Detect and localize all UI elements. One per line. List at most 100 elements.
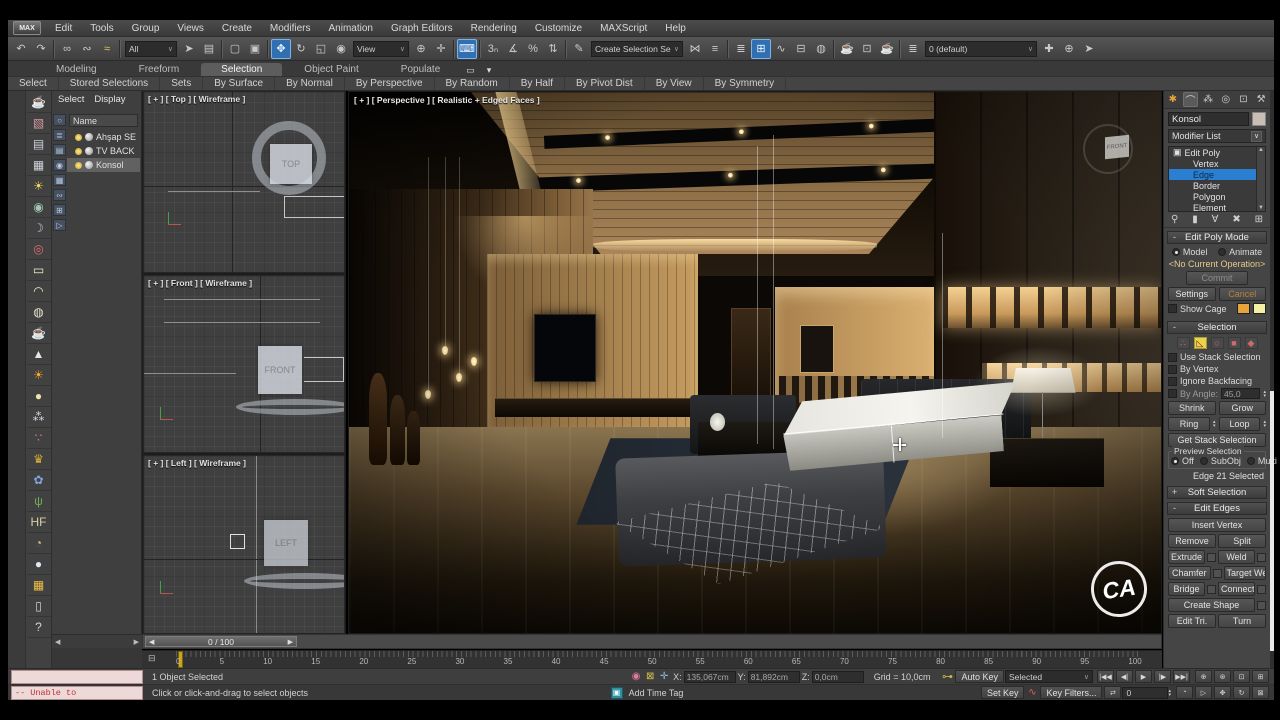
stack-item-edit-poly[interactable]: ▣Edit Poly: [1169, 147, 1265, 158]
make-unique-icon[interactable]: ∀: [1212, 214, 1219, 225]
se-sort-icon[interactable]: ≣: [53, 129, 66, 141]
chamfer-button[interactable]: Chamfer: [1168, 566, 1211, 580]
select-in-layer-icon[interactable]: ➤: [1079, 39, 1099, 59]
moon-icon[interactable]: ☽: [27, 218, 51, 239]
by-angle-field[interactable]: 45,0: [1221, 388, 1260, 399]
max-logo-button[interactable]: MAX: [13, 21, 41, 35]
object-name-field[interactable]: Konsol: [1168, 112, 1249, 126]
ribbon-button-by-symmetry[interactable]: By Symmetry: [704, 77, 786, 90]
bridge-settings-icon[interactable]: [1207, 585, 1216, 594]
scene-object-konsol[interactable]: Konsol: [67, 158, 140, 172]
se-shape-icon[interactable]: ▷: [53, 219, 66, 231]
snap-toggle-icon[interactable]: 3ₙ: [483, 39, 503, 59]
time-slider-handle[interactable]: ◀ 0 / 100 ▶: [145, 636, 297, 647]
selection-set-dropdown[interactable]: Selected ∨: [1005, 670, 1093, 683]
ribbon-tab-object-paint[interactable]: Object Paint: [284, 63, 378, 76]
add-to-layer-icon[interactable]: ⊕: [1059, 39, 1079, 59]
menu-graph-editors[interactable]: Graph Editors: [382, 23, 462, 34]
bind-to-space-warp-icon[interactable]: ≈: [97, 39, 117, 59]
front-viewport-label[interactable]: [ + ] [ Front ] [ Wireframe ]: [148, 278, 252, 288]
light-toggle-icon[interactable]: [75, 134, 82, 141]
se-hierarchy-icon[interactable]: ▤: [53, 144, 66, 156]
light-toggle-icon[interactable]: [75, 162, 82, 169]
configure-sets-icon[interactable]: ⊞: [1255, 214, 1263, 225]
grass-icon[interactable]: ψ: [27, 491, 51, 512]
reference-coordinate-dropdown[interactable]: View∨: [353, 41, 409, 57]
ribbon-tab-selection[interactable]: Selection: [201, 63, 282, 76]
chevron-down-icon[interactable]: ∨: [165, 45, 173, 53]
utilities-tab[interactable]: ⚒: [1254, 92, 1269, 107]
ribbon-button-by-pivot-dist[interactable]: By Pivot Dist: [565, 77, 645, 90]
go-start-icon[interactable]: |◀◀: [1097, 670, 1114, 683]
track-bar[interactable]: ⊟ 05101520253035404550556065707580859095…: [142, 650, 1162, 668]
insert-vertex-button[interactable]: Insert Vertex: [1168, 518, 1266, 532]
flower-icon[interactable]: ✿: [27, 470, 51, 491]
stack-item-element[interactable]: Element: [1169, 202, 1265, 212]
ribbon-collapse-icon[interactable]: ▾: [481, 65, 498, 76]
ribbon-tab-freeform[interactable]: Freeform: [119, 63, 200, 76]
curve-editor-icon[interactable]: ∿: [771, 39, 791, 59]
ribbon-button-by-half[interactable]: By Half: [510, 77, 565, 90]
field-of-view-icon[interactable]: ▷: [1195, 686, 1212, 699]
rendered-frame-icon[interactable]: ⊡: [857, 39, 877, 59]
menu-help[interactable]: Help: [656, 23, 695, 34]
display-tab[interactable]: ⊡: [1236, 92, 1251, 107]
commit-button[interactable]: Commit: [1186, 271, 1248, 285]
auto-key-button[interactable]: Auto Key: [955, 670, 1004, 683]
shrink-button[interactable]: Shrink: [1168, 401, 1216, 415]
preview-radio-off[interactable]: Off: [1171, 456, 1194, 466]
viewcube[interactable]: FRONT: [1083, 124, 1141, 174]
time-tag-icon[interactable]: ▣: [611, 687, 623, 699]
maxscript-mini-listener-line[interactable]: -- Unable to: [11, 686, 143, 700]
time-slider[interactable]: ◀ 0 / 100 ▶: [142, 634, 1162, 649]
perspective-viewport-label[interactable]: [ + ] [ Perspective ] [ Realistic + Edge…: [354, 95, 540, 105]
ring-icon[interactable]: ◍: [27, 302, 51, 323]
settings-button[interactable]: Settings: [1168, 287, 1216, 301]
set-key-curve-icon[interactable]: ∿: [1025, 687, 1039, 698]
front-viewport[interactable]: [ + ] [ Front ] [ Wireframe ] FRONT: [143, 275, 345, 453]
element-icon[interactable]: ◆: [1245, 337, 1258, 349]
remove-button[interactable]: Remove: [1168, 534, 1216, 548]
menu-animation[interactable]: Animation: [319, 23, 381, 34]
plane-icon[interactable]: ▭: [27, 260, 51, 281]
radio-model[interactable]: Model: [1172, 247, 1208, 257]
edit-named-selections-icon[interactable]: ✎: [569, 39, 589, 59]
chevron-down-icon[interactable]: ∨: [671, 45, 679, 53]
x-coordinate-field[interactable]: 135,067cm: [684, 671, 736, 683]
expand-icon[interactable]: +: [1168, 487, 1181, 498]
zoom-all-icon[interactable]: ⊛: [1214, 670, 1231, 683]
vertex-icon[interactable]: ∴: [1177, 337, 1190, 349]
hierarchy-tab[interactable]: ⁂: [1201, 92, 1216, 107]
border-icon[interactable]: ○: [1211, 337, 1224, 349]
list-view-icon[interactable]: ▤: [27, 134, 51, 155]
render-setup-icon[interactable]: ☕: [837, 39, 857, 59]
spreadsheet-icon[interactable]: ▦: [27, 155, 51, 176]
by-angle-checkbox[interactable]: [1168, 389, 1177, 398]
pin-stack-icon[interactable]: ⚲: [1171, 214, 1178, 225]
clipboard-icon[interactable]: ▯: [27, 596, 51, 617]
menu-group[interactable]: Group: [123, 23, 169, 34]
scene-explorer-scrollbar[interactable]: ◀ ▶: [52, 634, 142, 648]
modify-tab[interactable]: ⌒: [1183, 92, 1198, 107]
ribbon-tab-modeling[interactable]: Modeling: [36, 63, 117, 76]
scroll-left-icon[interactable]: ◀: [55, 638, 60, 646]
collapse-icon[interactable]: -: [1168, 232, 1181, 243]
rollout-edit-edges[interactable]: - Edit Edges: [1167, 502, 1267, 515]
show-cage-checkbox[interactable]: [1168, 304, 1177, 313]
get-stack-selection-button[interactable]: Get Stack Selection: [1168, 433, 1266, 447]
shell-icon[interactable]: ◔: [27, 533, 51, 554]
select-and-link-icon[interactable]: ∞: [57, 39, 77, 59]
modifier-list-dropdown[interactable]: Modifier List ∨: [1168, 129, 1266, 143]
next-frame-icon[interactable]: |▶: [1154, 670, 1171, 683]
camera-speaker-icon[interactable]: ◉: [27, 197, 51, 218]
zoom-extents-icon[interactable]: ⊡: [1233, 670, 1250, 683]
chamfer-settings-icon[interactable]: [1213, 569, 1222, 578]
set-key-button[interactable]: Set Key: [981, 686, 1025, 699]
edit-tri-button[interactable]: Edit Tri.: [1168, 614, 1216, 628]
pin-icon[interactable]: ◉: [629, 671, 643, 682]
chevron-down-icon[interactable]: ∨: [397, 45, 405, 53]
prev-frame-arrow-icon[interactable]: ◀: [146, 638, 157, 646]
pills-icon[interactable]: ∵: [27, 428, 51, 449]
layer-manager-icon[interactable]: ≣: [731, 39, 751, 59]
calculator-icon[interactable]: ▦: [27, 575, 51, 596]
